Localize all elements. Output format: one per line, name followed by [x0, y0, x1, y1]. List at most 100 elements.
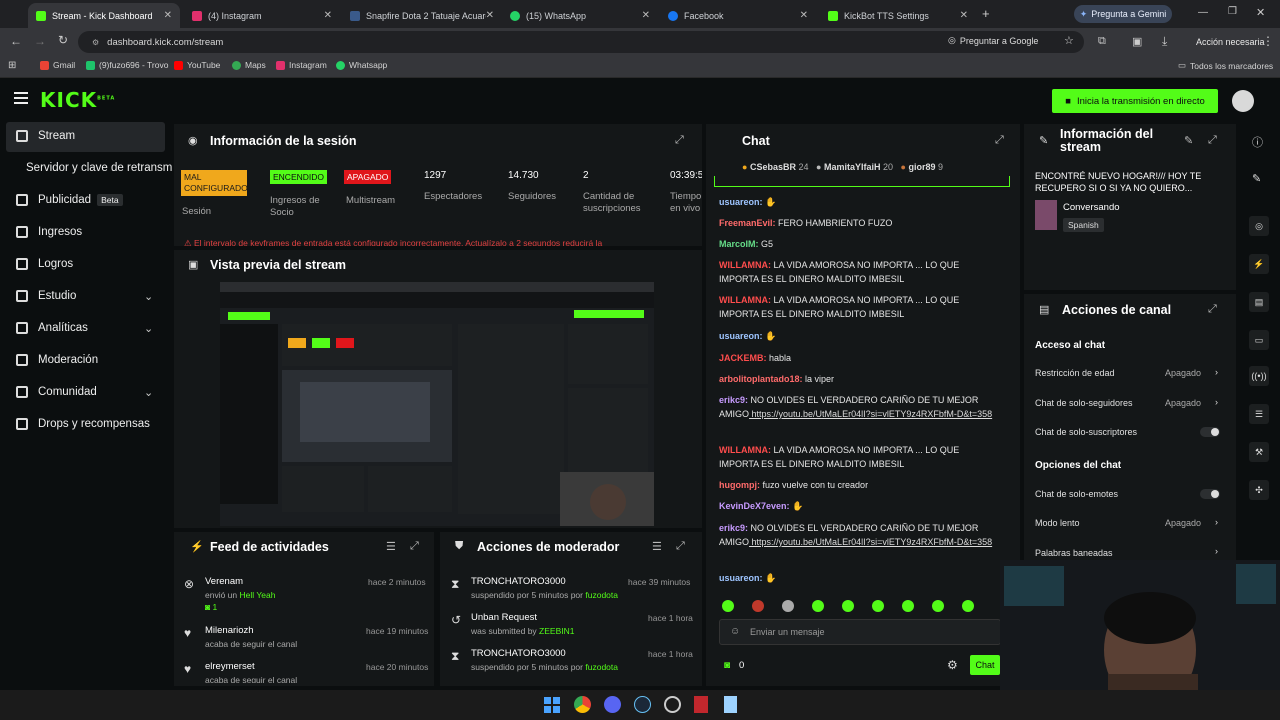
sidebar-item-logros[interactable]: Logros — [16, 258, 73, 270]
expand-icon[interactable]: ⤢ — [410, 540, 419, 553]
sidebar-item-ingresos[interactable]: Ingresos — [16, 226, 82, 238]
chat-bubble-icon[interactable]: ▭ — [1249, 330, 1269, 350]
sidebar-item-moderacion[interactable]: Moderación — [16, 354, 98, 366]
hamburger-menu-icon[interactable] — [14, 92, 28, 104]
all-bookmarks[interactable]: ▭ Todos los marcadores — [1178, 60, 1273, 71]
followers-only-label[interactable]: Chat de solo-seguidores — [1035, 398, 1133, 408]
bookmark-instagram[interactable]: Instagram — [276, 60, 327, 70]
subs-only-toggle[interactable] — [1200, 427, 1220, 437]
chat-username[interactable]: usuareon: — [719, 573, 763, 583]
chat-link[interactable]: https://youtu.be/UtMaLEr04lI?si=vlETY9z4… — [749, 537, 993, 547]
chat-username[interactable]: erikc9: — [719, 395, 748, 405]
download-icon[interactable]: ⤓ — [1162, 34, 1167, 49]
tab-facebook[interactable]: Facebook ✕ — [660, 3, 816, 28]
chevron-right-icon[interactable]: › — [1215, 546, 1218, 559]
close-tab-icon[interactable]: ✕ — [486, 10, 494, 21]
menu-kebab-icon[interactable]: ⋮ — [1262, 34, 1274, 48]
chrome-icon[interactable] — [574, 696, 591, 713]
close-tab-icon[interactable]: ✕ — [800, 10, 808, 21]
close-tab-icon[interactable]: ✕ — [324, 10, 332, 21]
obs-icon[interactable] — [664, 696, 681, 713]
filter-icon[interactable]: ☰ — [386, 540, 396, 553]
mod-item-name[interactable]: TRONCHATORO3000 — [471, 648, 566, 659]
feed-item-name[interactable]: Verenam — [205, 576, 243, 587]
chevron-down-icon[interactable]: ⌄ — [144, 322, 153, 335]
server-icon[interactable]: ☰ — [1249, 404, 1269, 424]
tab-kickbot[interactable]: KickBot TTS Settings ✕ — [820, 3, 976, 28]
bookmark-star-icon[interactable]: ☆ — [1064, 34, 1074, 47]
expand-icon[interactable]: ⤢ — [1208, 303, 1217, 316]
back-icon[interactable]: ← — [10, 34, 22, 48]
bolt-icon[interactable]: ⚡ — [1249, 254, 1269, 274]
chat-username[interactable]: WILLAMNA: — [719, 445, 771, 455]
tab-search-icon[interactable]: ▣ — [1132, 35, 1142, 48]
category-name[interactable]: Conversando — [1063, 202, 1120, 213]
sidebar-item-publicidad[interactable]: Publicidad Beta — [16, 194, 123, 206]
pencil-icon[interactable]: ✎ — [1252, 172, 1261, 185]
close-tab-icon[interactable]: ✕ — [960, 10, 968, 21]
chat-username[interactable]: KevinDeX7even: — [719, 501, 790, 511]
chevron-down-icon[interactable]: ⌄ — [144, 290, 153, 303]
ask-google-button[interactable]: ◎ Preguntar a Google — [948, 35, 1038, 46]
tab-whatsapp[interactable]: (15) WhatsApp ✕ — [502, 3, 658, 28]
document-icon[interactable]: ▤ — [1249, 292, 1269, 312]
emote-icon[interactable] — [842, 600, 854, 612]
expand-icon[interactable]: ⤢ — [676, 540, 685, 553]
banned-words-label[interactable]: Palabras baneadas — [1035, 548, 1113, 559]
wrench-icon[interactable]: ⚒ — [1249, 442, 1269, 462]
sidebar-item-drops[interactable]: Drops y recompensas — [16, 418, 150, 430]
bookmark-trovo[interactable]: (9)fuzo696 - Trovo — [86, 60, 168, 70]
close-tab-icon[interactable]: ✕ — [642, 10, 650, 21]
chat-username[interactable]: FreemanEvil: — [719, 218, 776, 228]
slow-mode-label[interactable]: Modo lento — [1035, 518, 1080, 528]
emote-icon[interactable] — [902, 600, 914, 612]
tab-snapfire[interactable]: Snapfire Dota 2 Tatuaje Acuarel ✕ — [342, 3, 502, 28]
chat-link[interactable]: https://youtu.be/UtMaLEr04lI?si=vlETY9z4… — [749, 409, 993, 419]
sidebar-item-stream[interactable]: Stream — [16, 130, 75, 142]
sidebar-item-estudio[interactable]: Estudio — [16, 290, 76, 302]
emote-icon[interactable] — [872, 600, 884, 612]
age-restriction-label[interactable]: Restricción de edad — [1035, 368, 1115, 378]
chat-username[interactable]: hugompj: — [719, 480, 760, 490]
bookmark-maps[interactable]: Maps — [232, 60, 266, 70]
filter-icon[interactable]: ☰ — [652, 540, 662, 553]
chat-settings-icon[interactable]: ⚙ — [947, 658, 958, 672]
edit-icon[interactable]: ✎ — [1184, 134, 1193, 147]
apps-icon[interactable]: ⊞ — [8, 60, 16, 71]
feed-item-name[interactable]: elreymerset — [205, 661, 255, 672]
chat-username[interactable]: WILLAMNA: — [719, 260, 771, 270]
sidebar-item-analiticas[interactable]: Analíticas — [16, 322, 88, 334]
emote-icon[interactable] — [962, 600, 974, 612]
chat-username[interactable]: erikc9: — [719, 523, 748, 533]
windows-start-icon[interactable] — [544, 697, 560, 713]
mod-item-name[interactable]: Unban Request — [471, 612, 537, 623]
bookmark-whatsapp[interactable]: Whatsapp — [336, 60, 387, 70]
mod-item-name[interactable]: TRONCHATORO3000 — [471, 576, 566, 587]
feed-item-name[interactable]: Milenariozh — [205, 625, 254, 636]
chevron-right-icon[interactable]: › — [1215, 397, 1218, 407]
sidebar-item-server-key[interactable]: Servidor y clave de retransmisión — [26, 162, 172, 174]
bookmark-gmail[interactable]: Gmail — [40, 60, 75, 70]
discord-icon[interactable] — [604, 696, 621, 713]
app-red-icon[interactable] — [694, 696, 708, 713]
popout-icon[interactable]: ⤢ — [995, 134, 1004, 147]
maximize-icon[interactable]: ❐ — [1228, 6, 1237, 17]
emote-only-toggle[interactable] — [1200, 489, 1220, 499]
chevron-down-icon[interactable]: ⌄ — [144, 386, 153, 399]
gemini-button[interactable]: ✦ Pregunta a Gemini — [1074, 5, 1172, 23]
stream-preview-video[interactable] — [220, 282, 654, 526]
chevron-right-icon[interactable]: › — [1215, 517, 1218, 527]
action-needed-button[interactable]: Acción necesaria — [1196, 37, 1265, 47]
gifter-name[interactable]: gior89 — [908, 162, 935, 172]
emote-icon[interactable] — [932, 600, 944, 612]
chat-username[interactable]: arbolitoplantado18: — [719, 374, 803, 384]
steam-icon[interactable] — [634, 696, 651, 713]
url-field[interactable]: ⚙ dashboard.kick.com/stream ◎ Preguntar a… — [78, 31, 1084, 53]
chat-username[interactable]: WILLAMNA: — [719, 295, 771, 305]
forward-icon[interactable]: → — [34, 34, 46, 48]
send-chat-button[interactable]: Chat — [970, 655, 1000, 675]
emote-icon[interactable] — [782, 600, 794, 612]
chat-username[interactable]: usuareon: — [719, 331, 763, 341]
sidebar-item-comunidad[interactable]: Comunidad — [16, 386, 97, 398]
chat-username[interactable]: MarcoIM: — [719, 239, 759, 249]
